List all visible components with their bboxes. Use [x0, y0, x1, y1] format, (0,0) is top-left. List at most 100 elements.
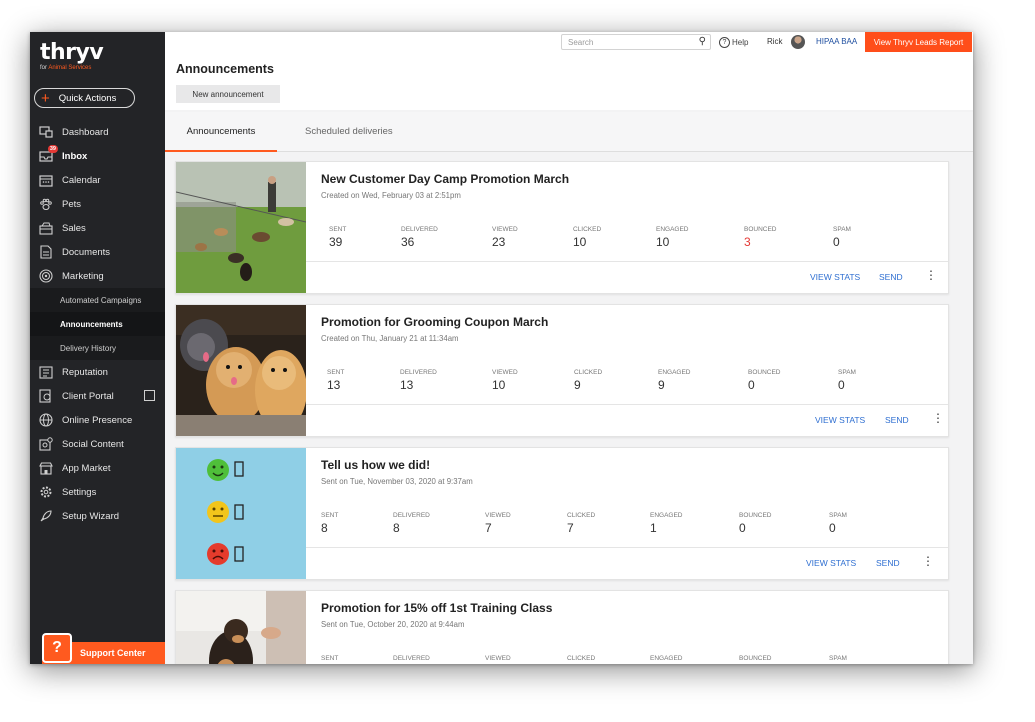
stats-row: SENT 39 DELIVERED 36 VIEWED 23 CLICKED 10 EN… [321, 226, 921, 252]
stat-delivered: DELIVERED [393, 655, 430, 662]
target-icon [38, 268, 54, 284]
announcement-card[interactable]: New Customer Day Camp Promotion March Cr… [175, 161, 949, 294]
search-input[interactable]: Search ⚲ [561, 34, 711, 50]
stat-clicked: CLICKED 9 [574, 369, 603, 392]
external-link-icon[interactable] [144, 390, 155, 401]
sidebar: thryv for Animal Services + Quick Action… [30, 32, 165, 664]
view-stats-button[interactable]: VIEW STATS [810, 272, 860, 282]
stat-delivered: DELIVERED 36 [401, 226, 438, 249]
quick-actions-button[interactable]: + Quick Actions [34, 88, 135, 108]
stat-bounced: BOUNCED 0 [739, 512, 772, 535]
user-name[interactable]: Rick [767, 37, 783, 46]
stat-delivered: DELIVERED 13 [400, 369, 437, 392]
stat-viewed: VIEWED [485, 655, 511, 662]
sidebar-item-marketing[interactable]: Marketing [30, 264, 165, 288]
sidebar-item-reputation[interactable]: Reputation [30, 360, 165, 384]
stat-bounced: BOUNCED 3 [744, 226, 777, 249]
help-link[interactable]: ? Help [719, 37, 748, 48]
send-button[interactable]: SEND [879, 272, 903, 282]
sidebar-item-label: Documents [62, 246, 111, 258]
sidebar-subitem-announcements[interactable]: Announcements [30, 312, 165, 336]
announcement-date: Created on Wed, February 03 at 2:51pm [321, 191, 461, 200]
divider [306, 547, 948, 548]
sidebar-item-label: Dashboard [62, 126, 109, 138]
dog-training-image [176, 591, 306, 664]
stat-spam: SPAM 0 [829, 512, 847, 535]
stat-sent: SENT [321, 655, 339, 662]
sidebar-item-sales[interactable]: Sales [30, 216, 165, 240]
announcement-date: Created on Thu, January 21 at 11:34am [321, 334, 459, 343]
top-bar: Search ⚲ ? Help Rick HIPAA BAA View Thry… [165, 32, 973, 54]
quick-actions-label: Quick Actions [58, 92, 117, 104]
tab-bar: Announcements Scheduled deliveries [165, 112, 973, 152]
stat-engaged: ENGAGED 10 [656, 226, 689, 249]
stat-engaged: ENGAGED 1 [650, 512, 683, 535]
globe-icon [38, 412, 54, 428]
new-announcement-button[interactable]: New announcement [176, 85, 280, 103]
more-options-icon[interactable]: ⋮ [932, 411, 944, 425]
stat-viewed: VIEWED 23 [492, 226, 518, 249]
logo-subtitle: for Animal Services [40, 65, 92, 71]
rocket-icon [38, 508, 54, 524]
feedback-faces-image [176, 448, 306, 579]
stat-engaged: ENGAGED [650, 655, 683, 662]
sidebar-item-online-presence[interactable]: Online Presence [30, 408, 165, 432]
stat-clicked: CLICKED [567, 655, 596, 662]
divider [306, 261, 948, 262]
support-center-button[interactable]: ? Support Center [42, 633, 165, 664]
search-icon[interactable]: ⚲ [699, 36, 706, 47]
logo-wordmark: thryv [40, 40, 104, 65]
announcement-card[interactable]: Promotion for 15% off 1st Training Class… [175, 590, 949, 664]
stat-viewed: VIEWED 10 [492, 369, 518, 392]
announcement-title[interactable]: Promotion for 15% off 1st Training Class [321, 601, 552, 615]
stat-spam: SPAM 0 [833, 226, 851, 249]
sidebar-item-client-portal[interactable]: Client Portal [30, 384, 165, 408]
pomeranian-dogs-image [176, 305, 306, 436]
store-icon [38, 460, 54, 476]
tab-announcements[interactable]: Announcements [165, 112, 277, 152]
sidebar-subitem-automated-campaigns[interactable]: Automated Campaigns [30, 288, 165, 312]
more-options-icon[interactable]: ⋮ [922, 554, 934, 568]
view-leads-report-button[interactable]: View Thryv Leads Report [865, 32, 972, 52]
announcement-title[interactable]: Tell us how we did! [321, 458, 430, 472]
stat-bounced: BOUNCED [739, 655, 772, 662]
sidebar-subitem-delivery-history[interactable]: Delivery History [30, 336, 165, 360]
sidebar-item-label: Calendar [62, 174, 101, 186]
stat-clicked: CLICKED 10 [573, 226, 602, 249]
social-icon [38, 436, 54, 452]
view-stats-button[interactable]: VIEW STATS [815, 415, 865, 425]
app-window: thryv for Animal Services + Quick Action… [30, 32, 973, 664]
sales-icon [38, 220, 54, 236]
sidebar-item-inbox[interactable]: 39 Inbox [30, 144, 165, 168]
plus-icon: + [41, 89, 50, 107]
thryv-logo[interactable]: thryv for Animal Services [40, 40, 104, 72]
sidebar-item-dashboard[interactable]: Dashboard [30, 120, 165, 144]
sidebar-item-label: Social Content [62, 438, 124, 450]
support-center-label: Support Center [80, 648, 146, 658]
send-button[interactable]: SEND [876, 558, 900, 568]
sidebar-item-pets[interactable]: Pets [30, 192, 165, 216]
announcement-title[interactable]: Promotion for Grooming Coupon March [321, 315, 548, 329]
view-stats-button[interactable]: VIEW STATS [806, 558, 856, 568]
announcement-card[interactable]: Promotion for Grooming Coupon March Crea… [175, 304, 949, 437]
more-options-icon[interactable]: ⋮ [925, 268, 937, 282]
hipaa-baa-link[interactable]: HIPAA BAA [816, 37, 857, 46]
avatar[interactable] [791, 35, 805, 49]
tab-scheduled-deliveries[interactable]: Scheduled deliveries [305, 112, 393, 150]
announcement-card[interactable]: Tell us how we did! Sent on Tue, Novembe… [175, 447, 949, 580]
dashboard-icon [38, 124, 54, 140]
sidebar-item-social-content[interactable]: Social Content [30, 432, 165, 456]
search-placeholder: Search [568, 37, 594, 47]
sidebar-item-calendar[interactable]: Calendar [30, 168, 165, 192]
send-button[interactable]: SEND [885, 415, 909, 425]
sidebar-item-label: Marketing [62, 270, 104, 282]
sidebar-item-documents[interactable]: Documents [30, 240, 165, 264]
stat-spam: SPAM 0 [838, 369, 856, 392]
announcement-title[interactable]: New Customer Day Camp Promotion March [321, 172, 569, 186]
sidebar-item-setup-wizard[interactable]: Setup Wizard [30, 504, 165, 528]
sidebar-item-settings[interactable]: Settings [30, 480, 165, 504]
sidebar-item-app-market[interactable]: App Market [30, 456, 165, 480]
stats-row: SENT DELIVERED VIEWED CLICKED ENGAGED BO… [321, 655, 921, 664]
inbox-icon: 39 [38, 145, 58, 164]
announcement-list: New Customer Day Camp Promotion March Cr… [175, 161, 949, 664]
